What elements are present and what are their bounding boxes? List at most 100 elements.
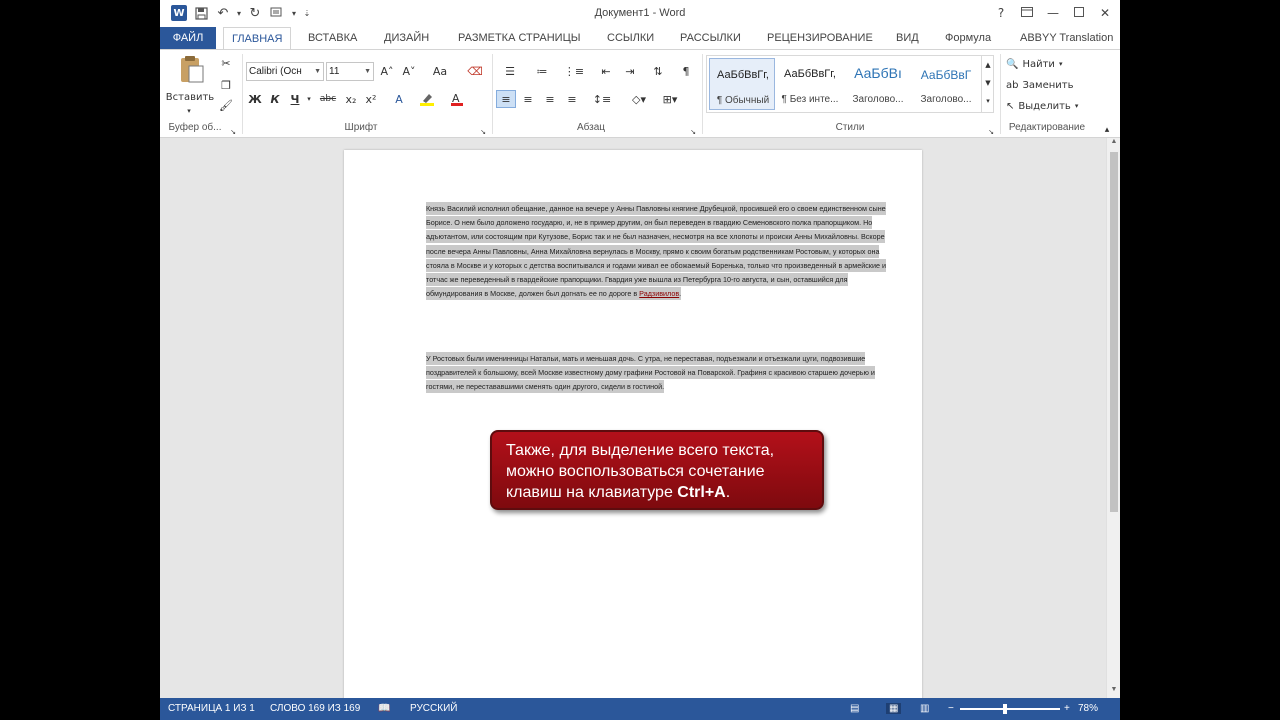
tab-home[interactable]: ГЛАВНАЯ: [223, 27, 292, 50]
font-name-combo[interactable]: Calibri (Осн ▼: [246, 62, 324, 81]
tab-equation[interactable]: Формула: [937, 27, 999, 49]
window-title: Документ1 - Word: [594, 7, 686, 19]
scroll-down-icon[interactable]: ▼: [982, 74, 994, 92]
numbering-icon[interactable]: ≔: [528, 62, 556, 80]
close-icon[interactable]: ✕: [1092, 4, 1118, 22]
font-color-icon[interactable]: A: [446, 90, 468, 108]
clear-formatting-icon[interactable]: ⌫: [466, 62, 484, 80]
sort-icon[interactable]: ⇅: [648, 62, 668, 80]
tab-review[interactable]: РЕЦЕНЗИРОВАНИЕ: [759, 27, 881, 49]
word-window: W ↶ ▾ ↻ ▾ ⇣ Документ1 - Word ? — ✕ ФАЙЛ …: [160, 0, 1120, 720]
editing-group-label: Редактирование: [1008, 122, 1086, 133]
highlight-color-icon[interactable]: [416, 90, 438, 108]
language[interactable]: РУССКИЙ: [410, 703, 457, 714]
style-no-spacing[interactable]: АаБбВвГг, ¶ Без инте...: [777, 58, 843, 110]
ribbon: Вставить ▾ ✂ ❐ 🖌 Буфер об... ↘ Calibri (…: [160, 49, 1120, 138]
strikethrough-button[interactable]: abc: [316, 90, 340, 108]
zoom-slider[interactable]: [960, 704, 1060, 714]
line-spacing-icon[interactable]: ↕≡: [588, 90, 616, 108]
window-controls: ? — ✕: [988, 4, 1118, 22]
paragraph-1-text: Князь Василий исполнил обещание, данное …: [426, 204, 886, 299]
scroll-down-arrow-icon[interactable]: ▼: [1109, 686, 1119, 693]
borders-icon[interactable]: ⊞▾: [656, 90, 684, 108]
styles-group-label: Стили: [835, 122, 865, 133]
print-layout-icon[interactable]: ▦: [886, 703, 902, 714]
align-center-icon[interactable]: ≡: [518, 90, 538, 108]
show-marks-button[interactable]: ¶: [676, 62, 696, 80]
shrink-font-button[interactable]: A˅: [400, 62, 418, 80]
font-size-combo[interactable]: 11 ▼: [326, 62, 374, 81]
vertical-scrollbar[interactable]: ▲ ▼: [1106, 138, 1120, 698]
font-size-value: 11: [329, 66, 340, 77]
tutorial-callout: Также, для выделение всего текста, можно…: [490, 430, 824, 510]
style-name: ¶ Без инте...: [781, 94, 839, 105]
style-heading-1[interactable]: АаБбВı Заголово...: [845, 58, 911, 110]
zoom-level[interactable]: 78%: [1078, 703, 1098, 714]
bold-button[interactable]: Ж: [246, 90, 264, 108]
grow-font-button[interactable]: A˄: [378, 62, 396, 80]
search-icon: 🔍: [1006, 58, 1019, 70]
select-label: Выделить: [1018, 100, 1071, 112]
copy-icon[interactable]: ❐: [218, 76, 234, 94]
align-right-icon[interactable]: ≡: [540, 90, 560, 108]
italic-button[interactable]: К: [266, 90, 284, 108]
style-normal[interactable]: АаБбВвГг, ¶ Обычный: [709, 58, 775, 110]
underline-dropdown-icon[interactable]: ▾: [304, 90, 314, 108]
find-button[interactable]: 🔍 Найти ▾: [1006, 55, 1076, 73]
ribbon-display-options-icon[interactable]: [1014, 4, 1040, 22]
styles-scroll: ▲ ▼ ▾: [981, 56, 994, 112]
maximize-icon[interactable]: [1066, 4, 1092, 22]
increase-indent-icon[interactable]: ⇥: [620, 62, 640, 80]
paragraph-2[interactable]: У Ростовых были именинницы Натальи, мать…: [426, 352, 886, 395]
tab-references[interactable]: ССЫЛКИ: [599, 27, 662, 49]
minimize-icon[interactable]: —: [1040, 4, 1066, 22]
decrease-indent-icon[interactable]: ⇤: [596, 62, 616, 80]
superscript-button[interactable]: x²: [362, 90, 380, 108]
divider: [702, 54, 703, 134]
zoom-out-icon[interactable]: −: [948, 703, 954, 714]
ribbon-tabs: ФАЙЛ ГЛАВНАЯ ВСТАВКА ДИЗАЙН РАЗМЕТКА СТР…: [160, 27, 1120, 50]
justify-icon[interactable]: ≡: [562, 90, 582, 108]
paragraph-1[interactable]: Князь Василий исполнил обещание, данное …: [426, 202, 886, 301]
paste-dropdown-icon[interactable]: ▾: [182, 102, 196, 120]
subscript-button[interactable]: x₂: [342, 90, 360, 108]
tab-mailings[interactable]: РАССЫЛКИ: [672, 27, 749, 49]
cut-icon[interactable]: ✂: [218, 54, 234, 72]
callout-shortcut: Ctrl+A: [677, 484, 726, 501]
tab-view[interactable]: ВИД: [888, 27, 927, 49]
collapse-ribbon-icon[interactable]: ▴: [1100, 121, 1114, 139]
callout-message: Также, для выделение всего текста, можно…: [506, 442, 775, 501]
multilevel-list-icon[interactable]: ⋮≡: [560, 62, 588, 80]
shading-icon[interactable]: ◇▾: [626, 90, 652, 108]
page-count[interactable]: СТРАНИЦА 1 ИЗ 1: [168, 703, 255, 714]
align-left-icon[interactable]: ≡: [496, 90, 516, 108]
style-name: Заголово...: [852, 94, 904, 105]
font-name-value: Calibri (Осн: [249, 66, 302, 77]
replace-button[interactable]: ab Заменить: [1006, 76, 1092, 94]
zoom-in-icon[interactable]: +: [1064, 703, 1070, 714]
style-heading-2[interactable]: АаБбВвГ Заголово...: [913, 58, 979, 110]
help-icon[interactable]: ?: [988, 4, 1014, 22]
underline-button[interactable]: Ч: [286, 90, 304, 108]
paste-icon[interactable]: [172, 54, 210, 84]
select-button[interactable]: ↖ Выделить ▾: [1006, 97, 1096, 115]
tab-file[interactable]: ФАЙЛ: [160, 27, 216, 49]
zoom-slider-thumb[interactable]: [1003, 704, 1007, 714]
more-styles-icon[interactable]: ▾: [982, 92, 994, 110]
bullets-icon[interactable]: ☰: [496, 62, 524, 80]
tab-design[interactable]: ДИЗАЙН: [376, 27, 437, 49]
paragraph-1-end: .: [679, 289, 682, 299]
proofing-icon[interactable]: 📖: [378, 703, 390, 714]
text-effects-icon[interactable]: A: [388, 90, 410, 108]
format-painter-icon[interactable]: 🖌: [218, 96, 234, 114]
word-count[interactable]: СЛОВО 169 ИЗ 169: [270, 703, 360, 714]
tab-insert[interactable]: ВСТАВКА: [300, 27, 365, 49]
tab-layout[interactable]: РАЗМЕТКА СТРАНИЦЫ: [450, 27, 588, 49]
change-case-button[interactable]: Aa: [426, 62, 454, 80]
scroll-up-icon[interactable]: ▲: [982, 56, 994, 74]
web-layout-icon[interactable]: ▥: [920, 703, 929, 714]
scroll-thumb[interactable]: [1110, 152, 1118, 512]
read-mode-icon[interactable]: ▤: [850, 703, 859, 714]
tab-abbyy[interactable]: ABBYY Translation: [1012, 27, 1120, 49]
scroll-up-arrow-icon[interactable]: ▲: [1109, 138, 1119, 145]
